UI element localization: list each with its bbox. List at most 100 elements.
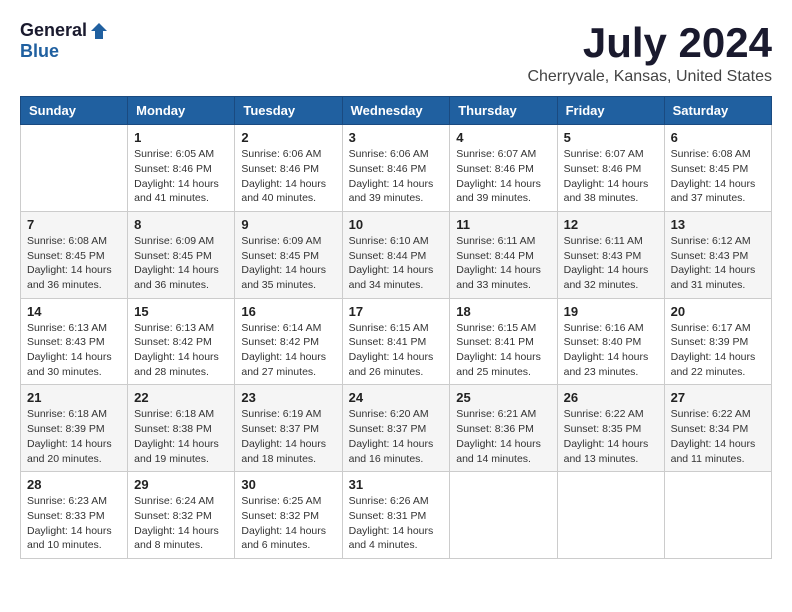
cell-details: Sunrise: 6:13 AM Sunset: 8:42 PM Dayligh… <box>134 321 228 380</box>
calendar-cell: 22Sunrise: 6:18 AM Sunset: 8:38 PM Dayli… <box>128 385 235 472</box>
cell-details: Sunrise: 6:09 AM Sunset: 8:45 PM Dayligh… <box>241 234 335 293</box>
day-number: 28 <box>27 477 121 492</box>
calendar-cell: 15 Sunrise: 6:13 AM Sunset: 8:42 PM Dayli… <box>128 298 235 385</box>
cell-details: Sunrise: 6:19 AM Sunset: 8:37 PM Dayligh… <box>241 407 335 466</box>
cell-details: Sunrise: 6:11 AM Sunset: 8:43 PM Dayligh… <box>564 234 658 293</box>
cell-details: Sunrise: 6:23 AM Sunset: 8:33 PM Dayligh… <box>27 494 121 553</box>
day-number: 30 <box>241 477 335 492</box>
day-number: 7 <box>27 217 121 232</box>
page-title: July 2024 <box>527 20 772 66</box>
day-number: 1 <box>134 130 228 145</box>
calendar-header-monday: Monday <box>128 97 235 125</box>
calendar-cell: 16Sunrise: 6:14 AM Sunset: 8:42 PM Dayli… <box>235 298 342 385</box>
calendar-cell: 17 Sunrise: 6:15 AM Sunset: 8:41 PM Dayli… <box>342 298 450 385</box>
day-number: 5 <box>564 130 658 145</box>
calendar-cell: 8Sunrise: 6:09 AM Sunset: 8:45 PM Daylig… <box>128 211 235 298</box>
calendar-cell: 6Sunrise: 6:08 AM Sunset: 8:45 PM Daylig… <box>664 125 771 212</box>
calendar-cell: 26 Sunrise: 6:22 AM Sunset: 8:35 PM Dayli… <box>557 385 664 472</box>
calendar-cell: 7Sunrise: 6:08 AM Sunset: 8:45 PM Daylig… <box>21 211 128 298</box>
day-number: 13 <box>671 217 765 232</box>
calendar-cell: 28 Sunrise: 6:23 AM Sunset: 8:33 PM Dayli… <box>21 472 128 559</box>
day-number: 2 <box>241 130 335 145</box>
calendar-cell: 23 Sunrise: 6:19 AM Sunset: 8:37 PM Dayli… <box>235 385 342 472</box>
day-number: 14 <box>27 304 121 319</box>
cell-details: Sunrise: 6:07 AM Sunset: 8:46 PM Dayligh… <box>564 147 658 206</box>
calendar-cell: 30 Sunrise: 6:25 AM Sunset: 8:32 PM Dayli… <box>235 472 342 559</box>
calendar-cell: 1 Sunrise: 6:05 AM Sunset: 8:46 PM Daylig… <box>128 125 235 212</box>
calendar-cell: 19 Sunrise: 6:16 AM Sunset: 8:40 PM Dayli… <box>557 298 664 385</box>
calendar-header-wednesday: Wednesday <box>342 97 450 125</box>
day-number: 18 <box>456 304 550 319</box>
calendar-cell: 13 Sunrise: 6:12 AM Sunset: 8:43 PM Dayli… <box>664 211 771 298</box>
day-number: 20 <box>671 304 765 319</box>
calendar-header-saturday: Saturday <box>664 97 771 125</box>
logo-icon <box>89 21 109 41</box>
cell-details: Sunrise: 6:15 AM Sunset: 8:41 PM Dayligh… <box>456 321 550 380</box>
cell-details: Sunrise: 6:05 AM Sunset: 8:46 PM Dayligh… <box>134 147 228 206</box>
calendar-cell: 29Sunrise: 6:24 AM Sunset: 8:32 PM Dayli… <box>128 472 235 559</box>
cell-details: Sunrise: 6:13 AM Sunset: 8:43 PM Dayligh… <box>27 321 121 380</box>
calendar-week-3: 14 Sunrise: 6:13 AM Sunset: 8:43 PM Dayli… <box>21 298 772 385</box>
cell-details: Sunrise: 6:06 AM Sunset: 8:46 PM Dayligh… <box>241 147 335 206</box>
day-number: 8 <box>134 217 228 232</box>
calendar-header-thursday: Thursday <box>450 97 557 125</box>
logo: General Blue <box>20 20 109 62</box>
calendar-header-friday: Friday <box>557 97 664 125</box>
cell-details: Sunrise: 6:10 AM Sunset: 8:44 PM Dayligh… <box>349 234 444 293</box>
calendar-week-2: 7Sunrise: 6:08 AM Sunset: 8:45 PM Daylig… <box>21 211 772 298</box>
cell-details: Sunrise: 6:21 AM Sunset: 8:36 PM Dayligh… <box>456 407 550 466</box>
cell-details: Sunrise: 6:16 AM Sunset: 8:40 PM Dayligh… <box>564 321 658 380</box>
day-number: 26 <box>564 390 658 405</box>
day-number: 29 <box>134 477 228 492</box>
calendar-cell: 11 Sunrise: 6:11 AM Sunset: 8:44 PM Dayli… <box>450 211 557 298</box>
cell-details: Sunrise: 6:15 AM Sunset: 8:41 PM Dayligh… <box>349 321 444 380</box>
calendar-cell <box>664 472 771 559</box>
cell-details: Sunrise: 6:12 AM Sunset: 8:43 PM Dayligh… <box>671 234 765 293</box>
day-number: 25 <box>456 390 550 405</box>
cell-details: Sunrise: 6:11 AM Sunset: 8:44 PM Dayligh… <box>456 234 550 293</box>
day-number: 31 <box>349 477 444 492</box>
day-number: 9 <box>241 217 335 232</box>
calendar-cell: 27 Sunrise: 6:22 AM Sunset: 8:34 PM Dayli… <box>664 385 771 472</box>
calendar-cell: 14 Sunrise: 6:13 AM Sunset: 8:43 PM Dayli… <box>21 298 128 385</box>
cell-details: Sunrise: 6:17 AM Sunset: 8:39 PM Dayligh… <box>671 321 765 380</box>
day-number: 11 <box>456 217 550 232</box>
day-number: 24 <box>349 390 444 405</box>
calendar-week-5: 28 Sunrise: 6:23 AM Sunset: 8:33 PM Dayli… <box>21 472 772 559</box>
cell-details: Sunrise: 6:06 AM Sunset: 8:46 PM Dayligh… <box>349 147 444 206</box>
cell-details: Sunrise: 6:22 AM Sunset: 8:35 PM Dayligh… <box>564 407 658 466</box>
cell-details: Sunrise: 6:26 AM Sunset: 8:31 PM Dayligh… <box>349 494 444 553</box>
calendar-cell: 21 Sunrise: 6:18 AM Sunset: 8:39 PM Dayli… <box>21 385 128 472</box>
day-number: 4 <box>456 130 550 145</box>
cell-details: Sunrise: 6:22 AM Sunset: 8:34 PM Dayligh… <box>671 407 765 466</box>
calendar-cell: 5 Sunrise: 6:07 AM Sunset: 8:46 PM Daylig… <box>557 125 664 212</box>
calendar-cell <box>557 472 664 559</box>
calendar-cell: 31 Sunrise: 6:26 AM Sunset: 8:31 PM Dayli… <box>342 472 450 559</box>
day-number: 16 <box>241 304 335 319</box>
logo-blue-text: Blue <box>20 41 59 62</box>
day-number: 6 <box>671 130 765 145</box>
calendar-week-4: 21 Sunrise: 6:18 AM Sunset: 8:39 PM Dayli… <box>21 385 772 472</box>
cell-details: Sunrise: 6:18 AM Sunset: 8:38 PM Dayligh… <box>134 407 228 466</box>
day-number: 19 <box>564 304 658 319</box>
calendar-cell <box>21 125 128 212</box>
day-number: 3 <box>349 130 444 145</box>
calendar-cell: 18 Sunrise: 6:15 AM Sunset: 8:41 PM Dayli… <box>450 298 557 385</box>
calendar-cell: 25 Sunrise: 6:21 AM Sunset: 8:36 PM Dayli… <box>450 385 557 472</box>
cell-details: Sunrise: 6:25 AM Sunset: 8:32 PM Dayligh… <box>241 494 335 553</box>
calendar-header-row: SundayMondayTuesdayWednesdayThursdayFrid… <box>21 97 772 125</box>
cell-details: Sunrise: 6:18 AM Sunset: 8:39 PM Dayligh… <box>27 407 121 466</box>
calendar-cell: 2 Sunrise: 6:06 AM Sunset: 8:46 PM Daylig… <box>235 125 342 212</box>
day-number: 17 <box>349 304 444 319</box>
calendar-cell: 12Sunrise: 6:11 AM Sunset: 8:43 PM Dayli… <box>557 211 664 298</box>
day-number: 27 <box>671 390 765 405</box>
calendar-cell: 9 Sunrise: 6:09 AM Sunset: 8:45 PM Daylig… <box>235 211 342 298</box>
day-number: 21 <box>27 390 121 405</box>
cell-details: Sunrise: 6:07 AM Sunset: 8:46 PM Dayligh… <box>456 147 550 206</box>
day-number: 23 <box>241 390 335 405</box>
calendar-header-tuesday: Tuesday <box>235 97 342 125</box>
calendar-cell: 24Sunrise: 6:20 AM Sunset: 8:37 PM Dayli… <box>342 385 450 472</box>
day-number: 15 <box>134 304 228 319</box>
day-number: 10 <box>349 217 444 232</box>
page-subtitle: Cherryvale, Kansas, United States <box>527 68 772 86</box>
